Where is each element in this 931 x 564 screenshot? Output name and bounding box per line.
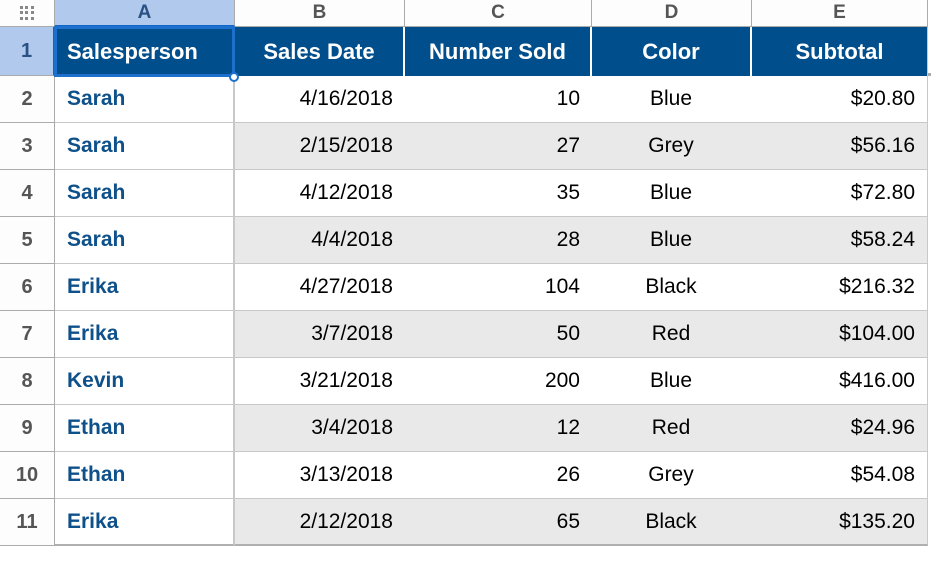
column-headers-row: A B C D E (0, 0, 931, 27)
table-row: 6 Erika 4/27/2018 104 Black $216.32 (0, 264, 931, 311)
cell-e9[interactable]: $24.96 (752, 405, 928, 452)
row-header-5[interactable]: 5 (0, 217, 55, 264)
column-header-d[interactable]: D (592, 0, 752, 27)
data-rows: 2 Sarah 4/16/2018 10 Blue $20.80 3 Sarah… (0, 76, 931, 546)
cell-a3[interactable]: Sarah (55, 123, 235, 170)
cell-d2[interactable]: Blue (592, 76, 752, 123)
cell-b5[interactable]: 4/4/2018 (235, 217, 405, 264)
cell-c8[interactable]: 200 (405, 358, 592, 405)
cell-b4[interactable]: 4/12/2018 (235, 170, 405, 217)
cell-a5[interactable]: Sarah (55, 217, 235, 264)
cell-c6[interactable]: 104 (405, 264, 592, 311)
row-header-1[interactable]: 1 (0, 27, 55, 76)
cell-d7[interactable]: Red (592, 311, 752, 358)
cell-d3[interactable]: Grey (592, 123, 752, 170)
cell-d11[interactable]: Black (592, 499, 752, 546)
cell-a4[interactable]: Sarah (55, 170, 235, 217)
cell-e10[interactable]: $54.08 (752, 452, 928, 499)
row-header-4[interactable]: 4 (0, 170, 55, 217)
cell-d1[interactable]: Color (592, 27, 752, 76)
table-row: 4 Sarah 4/12/2018 35 Blue $72.80 (0, 170, 931, 217)
cell-a1[interactable]: Salesperson (55, 27, 235, 76)
cell-b9[interactable]: 3/4/2018 (235, 405, 405, 452)
cell-d10[interactable]: Grey (592, 452, 752, 499)
cell-d4[interactable]: Blue (592, 170, 752, 217)
row-header-10[interactable]: 10 (0, 452, 55, 499)
cell-a6[interactable]: Erika (55, 264, 235, 311)
cell-a7[interactable]: Erika (55, 311, 235, 358)
cell-c9[interactable]: 12 (405, 405, 592, 452)
table-row: 2 Sarah 4/16/2018 10 Blue $20.80 (0, 76, 931, 123)
column-header-e[interactable]: E (752, 0, 928, 27)
cell-e1[interactable]: Subtotal (752, 27, 928, 76)
cell-b3[interactable]: 2/15/2018 (235, 123, 405, 170)
cell-c3[interactable]: 27 (405, 123, 592, 170)
cell-b1[interactable]: Sales Date (235, 27, 405, 76)
row-header-7[interactable]: 7 (0, 311, 55, 358)
header-row: 1 Salesperson Sales Date Number Sold Col… (0, 27, 931, 76)
row-header-6[interactable]: 6 (0, 264, 55, 311)
cell-a2[interactable]: Sarah (55, 76, 235, 123)
cell-c10[interactable]: 26 (405, 452, 592, 499)
cell-e4[interactable]: $72.80 (752, 170, 928, 217)
cell-e6[interactable]: $216.32 (752, 264, 928, 311)
cell-b10[interactable]: 3/13/2018 (235, 452, 405, 499)
cell-a8[interactable]: Kevin (55, 358, 235, 405)
cell-c4[interactable]: 35 (405, 170, 592, 217)
cell-b7[interactable]: 3/7/2018 (235, 311, 405, 358)
cell-e2[interactable]: $20.80 (752, 76, 928, 123)
grid-icon (20, 6, 34, 20)
cell-c1[interactable]: Number Sold (405, 27, 592, 76)
cell-b8[interactable]: 3/21/2018 (235, 358, 405, 405)
cell-e8[interactable]: $416.00 (752, 358, 928, 405)
cell-c11[interactable]: 65 (405, 499, 592, 546)
header-salesperson: Salesperson (67, 39, 198, 65)
spreadsheet-grid: A B C D E 1 Salesperson Sales Date Numbe… (0, 0, 931, 546)
table-row: 5 Sarah 4/4/2018 28 Blue $58.24 (0, 217, 931, 264)
table-row: 10 Ethan 3/13/2018 26 Grey $54.08 (0, 452, 931, 499)
row-header-11[interactable]: 11 (0, 499, 55, 546)
cell-b2[interactable]: 4/16/2018 (235, 76, 405, 123)
column-header-c[interactable]: C (405, 0, 592, 27)
corner-select-all[interactable] (0, 0, 55, 27)
cell-a9[interactable]: Ethan (55, 405, 235, 452)
cell-e3[interactable]: $56.16 (752, 123, 928, 170)
row-header-3[interactable]: 3 (0, 123, 55, 170)
row-header-2[interactable]: 2 (0, 76, 55, 123)
table-row: 3 Sarah 2/15/2018 27 Grey $56.16 (0, 123, 931, 170)
row-header-9[interactable]: 9 (0, 405, 55, 452)
cell-d9[interactable]: Red (592, 405, 752, 452)
cell-d8[interactable]: Blue (592, 358, 752, 405)
column-header-b[interactable]: B (235, 0, 405, 27)
cell-b11[interactable]: 2/12/2018 (235, 499, 405, 546)
cell-e5[interactable]: $58.24 (752, 217, 928, 264)
cell-e7[interactable]: $104.00 (752, 311, 928, 358)
row-header-8[interactable]: 8 (0, 358, 55, 405)
table-row: 11 Erika 2/12/2018 65 Black $135.20 (0, 499, 931, 546)
cell-a10[interactable]: Ethan (55, 452, 235, 499)
table-row: 8 Kevin 3/21/2018 200 Blue $416.00 (0, 358, 931, 405)
cell-d6[interactable]: Black (592, 264, 752, 311)
table-row: 7 Erika 3/7/2018 50 Red $104.00 (0, 311, 931, 358)
cell-c2[interactable]: 10 (405, 76, 592, 123)
table-row: 9 Ethan 3/4/2018 12 Red $24.96 (0, 405, 931, 452)
cell-c7[interactable]: 50 (405, 311, 592, 358)
cell-c5[interactable]: 28 (405, 217, 592, 264)
cell-a11[interactable]: Erika (55, 499, 235, 546)
cell-b6[interactable]: 4/27/2018 (235, 264, 405, 311)
cell-d5[interactable]: Blue (592, 217, 752, 264)
selection-handle[interactable] (229, 72, 239, 82)
column-header-a[interactable]: A (55, 0, 235, 27)
cell-e11[interactable]: $135.20 (752, 499, 928, 546)
